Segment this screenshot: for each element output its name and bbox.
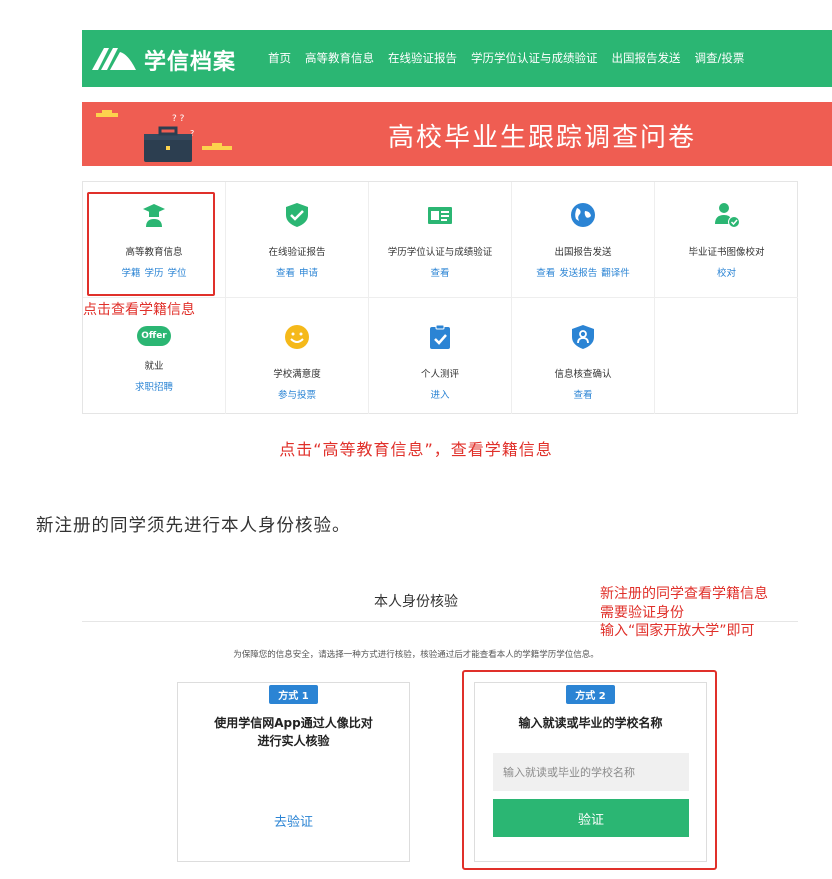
method-1-card: 方式 1 使用学信网App通过人像比对 进行实人核验 去验证 bbox=[177, 682, 410, 862]
briefcase-illustration-icon: ? ? ? bbox=[96, 110, 232, 162]
user-shield-icon bbox=[572, 325, 594, 349]
grid-item-info-check[interactable]: 信息核查确认 查看 bbox=[512, 298, 655, 414]
grid-item-title: 学校满意度 bbox=[273, 369, 321, 380]
top-nav-bar: 学信档案 首页 高等教育信息 在线验证报告 学历学位认证与成绩验证 出国报告发送… bbox=[82, 30, 832, 87]
grid-item-title: 学历学位认证与成绩验证 bbox=[387, 247, 493, 258]
grid-item-empty bbox=[655, 298, 798, 414]
grid-item-diploma-check[interactable]: 毕业证书图像校对 校对 bbox=[655, 182, 798, 298]
link-view[interactable]: 查看 bbox=[276, 268, 295, 279]
nav-link-online-report[interactable]: 在线验证报告 bbox=[388, 50, 457, 66]
method-1-title-line: 使用学信网App通过人像比对 bbox=[214, 716, 373, 730]
link-send-report[interactable]: 发送报告 bbox=[559, 268, 597, 279]
grid-item-abroad-report[interactable]: 出国报告发送 查看 发送报告 翻译件 bbox=[512, 182, 655, 298]
globe-icon bbox=[571, 203, 595, 227]
link-view[interactable]: 查看 bbox=[536, 268, 555, 279]
instruction-paragraph: 新注册的同学须先进行本人身份核验。 bbox=[36, 516, 351, 536]
annotation-line: 新注册的同学查看学籍信息 bbox=[600, 586, 768, 602]
grid-item-title: 信息核查确认 bbox=[554, 369, 612, 380]
link-view[interactable]: 查看 bbox=[573, 390, 592, 401]
link-enter[interactable]: 进入 bbox=[430, 390, 449, 401]
grid-item-title: 出国报告发送 bbox=[554, 247, 612, 258]
annotation-line: 输入“国家开放大学”即可 bbox=[600, 623, 755, 639]
link-view[interactable]: 查看 bbox=[430, 268, 449, 279]
nav-link-home[interactable]: 首页 bbox=[268, 50, 291, 66]
link-job-search[interactable]: 求职招聘 bbox=[135, 382, 173, 393]
nav-link-abroad-report[interactable]: 出国报告发送 bbox=[612, 50, 681, 66]
annotation-note-2: 新注册的同学查看学籍信息 需要验证身份 输入“国家开放大学”即可 bbox=[600, 585, 768, 641]
offer-icon: Offer bbox=[137, 326, 171, 346]
survey-banner[interactable]: ? ? ? 高校毕业生跟踪调查问卷 bbox=[82, 102, 832, 166]
user-check-icon bbox=[714, 203, 740, 228]
clipboard-check-icon bbox=[430, 324, 450, 349]
nav-link-certification[interactable]: 学历学位认证与成绩验证 bbox=[471, 50, 598, 66]
annotation-note-1: 点击查看学籍信息 bbox=[83, 302, 195, 318]
grid-item-assessment[interactable]: 个人测评 进入 bbox=[369, 298, 512, 414]
grid-item-title: 毕业证书图像校对 bbox=[688, 247, 765, 258]
grid-item-title: 个人测评 bbox=[420, 369, 459, 380]
grid-item-satisfaction[interactable]: 学校满意度 参与投票 bbox=[226, 298, 369, 414]
id-card-icon bbox=[428, 207, 452, 224]
svg-text:? ?: ? ? bbox=[172, 114, 185, 124]
method-1-title-line: 进行实人核验 bbox=[257, 734, 330, 748]
go-verify-link[interactable]: 去验证 bbox=[178, 811, 409, 830]
highlight-box-method-2 bbox=[462, 670, 717, 870]
grid-item-certification[interactable]: 学历学位认证与成绩验证 查看 bbox=[369, 182, 512, 298]
smiley-icon bbox=[285, 325, 309, 349]
verification-hint: 为保障您的信息安全，请选择一种方式进行核验，核验通过后才能查看本人的学籍学历学位… bbox=[233, 650, 599, 660]
nav-link-survey[interactable]: 调查/投票 bbox=[695, 50, 745, 66]
highlight-box-education bbox=[87, 192, 215, 296]
link-vote[interactable]: 参与投票 bbox=[278, 390, 316, 401]
logo-text[interactable]: 学信档案 bbox=[144, 44, 236, 76]
divider bbox=[82, 621, 798, 622]
annotation-caption: 点击“高等教育信息”，查看学籍信息 bbox=[279, 440, 553, 459]
grid-item-title: 就业 bbox=[144, 361, 164, 372]
logo-icon[interactable] bbox=[90, 44, 138, 72]
grid-item-title: 在线验证报告 bbox=[268, 247, 326, 258]
link-translation[interactable]: 翻译件 bbox=[601, 268, 630, 279]
method-1-title: 使用学信网App通过人像比对 进行实人核验 bbox=[178, 714, 409, 750]
link-apply[interactable]: 申请 bbox=[299, 268, 318, 279]
banner-title: 高校毕业生跟踪调查问卷 bbox=[388, 123, 697, 153]
method-1-badge: 方式 1 bbox=[269, 685, 318, 704]
annotation-line: 需要验证身份 bbox=[600, 604, 684, 621]
shield-check-icon bbox=[286, 203, 308, 227]
grid-item-online-report[interactable]: 在线验证报告 查看 申请 bbox=[226, 182, 369, 298]
nav-link-higher-education[interactable]: 高等教育信息 bbox=[305, 50, 374, 66]
link-proofread[interactable]: 校对 bbox=[717, 268, 736, 279]
nav-links: 首页 高等教育信息 在线验证报告 学历学位认证与成绩验证 出国报告发送 调查/投… bbox=[268, 50, 744, 66]
